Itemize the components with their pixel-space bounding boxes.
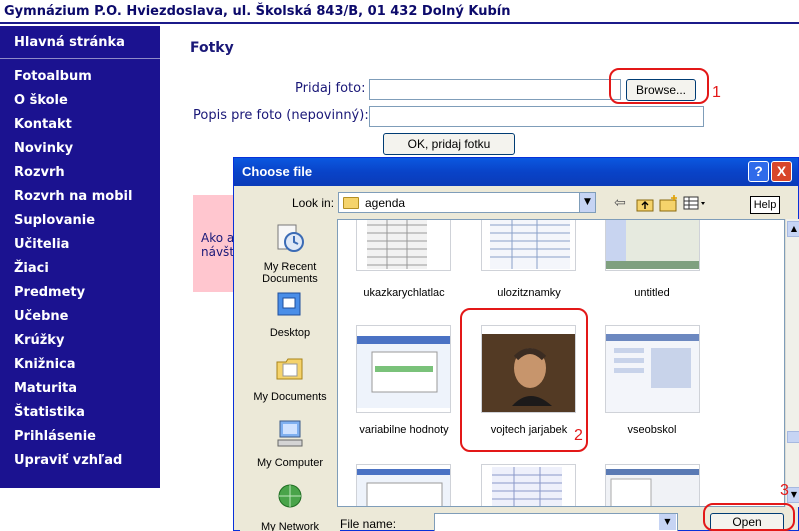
file-thumbnail[interactable] (481, 220, 576, 271)
place-my-network[interactable]: My Network (240, 482, 340, 531)
place-desktop[interactable]: Desktop (240, 288, 340, 339)
nav-item-mobile-schedule[interactable]: Rozvrh na mobil (14, 189, 132, 204)
description-label: Popis pre foto (nepovinný): (193, 108, 369, 123)
back-arrow-icon[interactable]: ⇦ (614, 195, 626, 211)
nav-item-teachers[interactable]: Učitelia (14, 237, 69, 252)
look-in-dropdown[interactable]: agenda ▼ (338, 192, 596, 213)
help-button[interactable]: Help (750, 196, 780, 214)
nav-item-statistics[interactable]: Štatistika (14, 405, 85, 420)
place-label: My Recent Documents (262, 261, 318, 285)
place-label: My Computer (256, 457, 324, 469)
look-in-label: Look in: (292, 196, 335, 210)
window-preview-icon (606, 220, 699, 269)
nav-item-contact[interactable]: Kontakt (14, 117, 72, 132)
place-my-computer[interactable]: My Computer (240, 418, 340, 469)
nav-item-customize-look[interactable]: Upraviť vzhľad (14, 453, 122, 468)
annotation-highlight-browse (609, 68, 709, 104)
file-thumbnail[interactable] (605, 464, 700, 506)
annotation-highlight-open (703, 503, 795, 531)
scrollbar-thumb[interactable] (787, 431, 799, 443)
my-computer-icon (277, 420, 303, 447)
nav-item-classrooms[interactable]: Učebne (14, 309, 68, 324)
nav-item-photoalbum[interactable]: Fotoalbum (14, 69, 92, 84)
my-network-icon (278, 484, 302, 508)
annotation-number-3: 3 (780, 482, 789, 499)
file-thumbnail[interactable] (605, 220, 700, 271)
annotation-number-1: 1 (712, 84, 721, 101)
recent-documents-icon (277, 224, 304, 252)
folder-icon (343, 197, 359, 209)
spreadsheet-preview-icon (367, 220, 427, 269)
file-list-scrollbar[interactable]: ▲ ▼ (785, 219, 799, 507)
help-titlebar-button[interactable]: ? (748, 161, 769, 182)
annotation-number-2: 2 (574, 427, 583, 444)
spreadsheet-preview-icon (490, 220, 570, 269)
add-photo-label: Pridaj foto: (295, 81, 366, 96)
chevron-down-icon[interactable]: ▼ (659, 514, 676, 530)
my-documents-icon (276, 358, 303, 380)
screenshot-preview-icon (357, 336, 450, 408)
close-titlebar-button[interactable]: X (771, 161, 792, 182)
nav-item-maturita[interactable]: Maturita (14, 381, 77, 396)
notice-text-line2: návšt (201, 245, 235, 259)
nav-item-clubs[interactable]: Krúžky (14, 333, 64, 348)
notice-text-line1: Ako a (201, 231, 235, 245)
table-preview-icon (492, 467, 562, 506)
file-name[interactable]: ukazkarychlatlac (344, 287, 464, 299)
scroll-up-icon[interactable]: ▲ (787, 221, 799, 237)
look-in-value: agenda (365, 196, 406, 210)
desktop-icon (277, 292, 301, 316)
site-title: Gymnázium P.O. Hviezdoslava, ul. Školská… (4, 4, 511, 19)
nav-item-students[interactable]: Žiaci (14, 261, 49, 276)
nav-item-substitutions[interactable]: Suplovanie (14, 213, 95, 228)
nav-item-home[interactable]: Hlavná stránka (14, 35, 125, 50)
dialog-title: Choose file (242, 164, 313, 179)
view-menu-icon[interactable] (683, 196, 707, 210)
place-my-documents[interactable]: My Documents (240, 352, 340, 403)
file-name[interactable]: untitled (592, 287, 712, 299)
sidebar-divider (0, 58, 160, 59)
nav-item-login[interactable]: Prihlásenie (14, 429, 96, 444)
site-header: Gymnázium P.O. Hviezdoslava, ul. Školská… (0, 0, 799, 24)
file-name-label: File name: (340, 517, 397, 531)
file-name[interactable]: variabilne hodnoty (344, 424, 464, 436)
nav-item-library[interactable]: Knižnica (14, 357, 76, 372)
file-thumbnail[interactable] (481, 464, 576, 506)
nav-item-schedule[interactable]: Rozvrh (14, 165, 65, 180)
nav-item-about[interactable]: O škole (14, 93, 68, 108)
page-title: Fotky (190, 40, 234, 56)
place-label: Desktop (269, 327, 311, 339)
dialog-titlebar: Choose file ? X (234, 158, 798, 186)
place-label: My Documents (253, 391, 327, 403)
file-thumbnail[interactable] (356, 464, 451, 506)
new-folder-icon[interactable] (659, 194, 679, 212)
up-folder-icon[interactable] (636, 196, 654, 212)
annotation-highlight-photo (460, 308, 588, 452)
description-input[interactable] (369, 106, 704, 127)
screenshot-preview-icon (357, 469, 450, 506)
place-label: My Network (260, 521, 320, 531)
file-path-input[interactable] (369, 79, 621, 100)
page: Gymnázium P.O. Hviezdoslava, ul. Školská… (0, 0, 799, 531)
screenshot-preview-icon (606, 469, 699, 506)
add-photo-submit-button[interactable]: OK, pridaj fotku (383, 133, 515, 155)
form-preview-icon (606, 334, 699, 412)
file-thumbnail[interactable] (356, 325, 451, 413)
place-recent-documents[interactable]: My Recent Documents (240, 222, 340, 285)
file-thumbnail[interactable] (605, 325, 700, 413)
file-name[interactable]: vseobskol (592, 424, 712, 436)
sidebar-nav: Hlavná stránka Fotoalbum O škole Kontakt… (0, 26, 160, 488)
nav-item-news[interactable]: Novinky (14, 141, 73, 156)
file-name[interactable]: ulozitznamky (469, 287, 589, 299)
chevron-down-icon[interactable]: ▼ (579, 193, 595, 212)
places-bar: My Recent Documents Desktop My Documents (240, 218, 340, 531)
file-thumbnail[interactable] (356, 220, 451, 271)
file-name-input[interactable] (434, 513, 678, 531)
nav-item-subjects[interactable]: Predmety (14, 285, 85, 300)
